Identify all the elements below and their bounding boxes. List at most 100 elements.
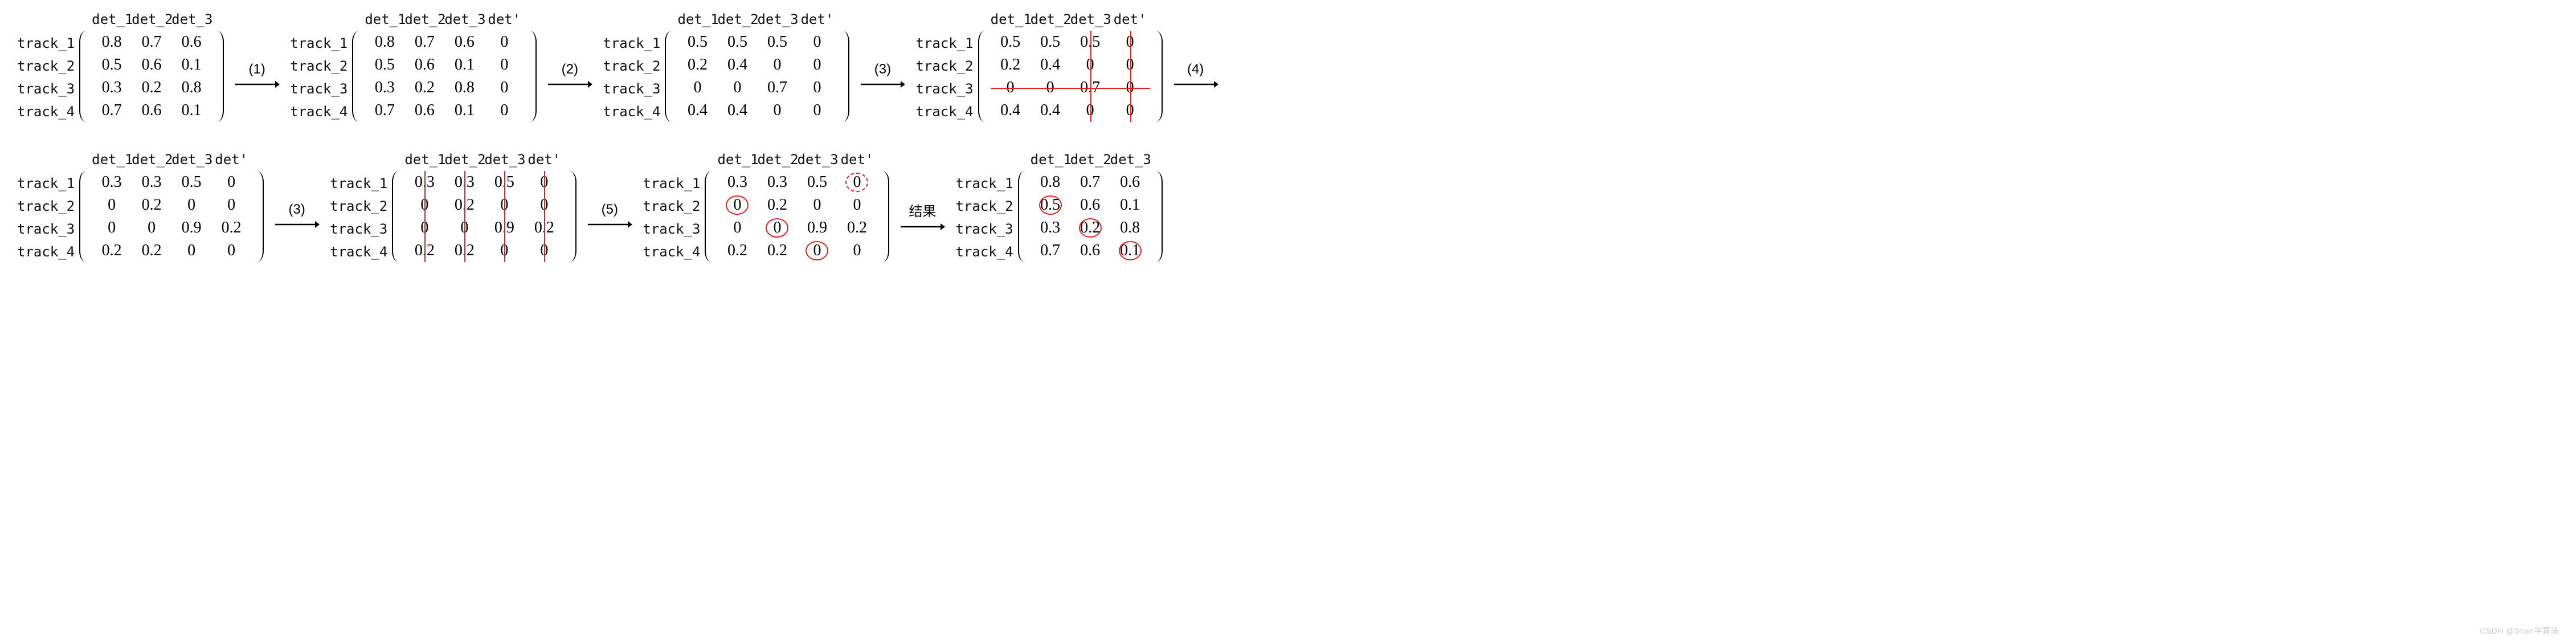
step-label: (3) — [288, 202, 305, 218]
matrix-cell: 0.3 — [717, 173, 757, 191]
col-label: det' — [837, 152, 877, 168]
matrix-cell: 0 — [211, 173, 251, 191]
matrix-cell: 0.5 — [365, 56, 404, 74]
matrix-cell: 0.6 — [404, 101, 444, 120]
matrix-cell: 0 — [1070, 56, 1110, 74]
matrix-cell: 0.5 — [92, 56, 132, 74]
col-label: det_3 — [171, 152, 211, 168]
matrix-cell: 0 — [444, 219, 484, 237]
matrix-cell: 0.8 — [365, 33, 404, 51]
matrix-cell: 0 — [717, 79, 757, 97]
matrix-cell: 0.8 — [92, 33, 132, 51]
paren-right — [523, 31, 537, 122]
col-label: det_2 — [1070, 152, 1110, 168]
matrix-cell: 0.2 — [1070, 219, 1110, 237]
step-label: (3) — [874, 62, 891, 77]
matrix-cell: 0 — [404, 196, 444, 214]
matrix-m1: track_1track_2track_3track_4det_1det_2de… — [17, 11, 224, 123]
matrix-cell: 0 — [404, 219, 444, 237]
matrix-m2: track_1track_2track_3track_4det_1det_2de… — [290, 11, 537, 123]
matrix-cell: 0.4 — [991, 101, 1031, 120]
matrix-cell: 0.3 — [92, 79, 132, 97]
matrix-cell: 0.4 — [717, 56, 757, 74]
matrix-cell: 0.6 — [1110, 173, 1150, 191]
row-label: track_3 — [290, 77, 347, 100]
matrix-cell: 0 — [1110, 101, 1150, 120]
paren-right — [210, 31, 224, 122]
col-labels: det_1det_2det_3 — [1018, 152, 1163, 168]
col-label: det_1 — [365, 11, 404, 27]
matrix-cell: 0.2 — [717, 242, 757, 260]
row-label: track_3 — [643, 218, 700, 240]
row-labels: track_1track_2track_3track_4 — [955, 172, 1013, 263]
row-labels: track_1track_2track_3track_4 — [603, 32, 660, 123]
paren-right — [250, 171, 264, 262]
matrix-cell: 0.2 — [404, 242, 444, 260]
row-label: track_2 — [17, 195, 75, 218]
matrix-cell: 0.6 — [171, 33, 211, 51]
paren-left — [392, 171, 406, 262]
matrix-cell: 0 — [837, 196, 877, 214]
matrix-cell: 0 — [1031, 79, 1070, 97]
row-label: track_2 — [330, 195, 387, 218]
matrix-cell: 0 — [1110, 79, 1150, 97]
matrix-m4: track_1track_2track_3track_4det_1det_2de… — [915, 11, 1162, 123]
col-label: det_1 — [92, 152, 132, 168]
row-label: track_4 — [330, 240, 387, 263]
matrix-cell: 0 — [717, 219, 757, 237]
paren-left — [705, 171, 718, 262]
row-label: track_2 — [915, 55, 973, 77]
matrix-cell: 0 — [797, 79, 837, 97]
matrix-body: 0.80.70.60.50.60.10.30.20.80.70.60.1 — [1018, 171, 1163, 262]
matrix-cell: 0.7 — [1070, 79, 1110, 97]
row-label: track_1 — [643, 172, 700, 195]
matrix-cell: 0.1 — [1110, 196, 1150, 214]
col-label: det_3 — [484, 152, 524, 168]
matrix-cell: 0.6 — [1070, 196, 1110, 214]
matrix-cell: 0 — [797, 56, 837, 74]
row-labels: track_1track_2track_3track_4 — [17, 32, 75, 123]
row-label: track_2 — [290, 55, 347, 77]
matrix-cell: 0.5 — [797, 173, 837, 191]
row-label: track_1 — [955, 172, 1013, 195]
matrix-cell: 0.4 — [717, 101, 757, 120]
col-label: det_1 — [717, 152, 757, 168]
step-arrow: (3) — [860, 62, 905, 90]
row-label: track_3 — [915, 77, 973, 100]
col-label: det_2 — [444, 152, 484, 168]
col-label: det_2 — [132, 11, 171, 27]
arrow-icon — [1173, 79, 1219, 90]
matrix-cell: 0.2 — [132, 196, 171, 214]
matrix-cell: 0.8 — [1031, 173, 1070, 191]
col-label: det_2 — [404, 11, 444, 27]
matrix-cell: 0 — [524, 196, 564, 214]
row-labels: track_1track_2track_3track_4 — [643, 172, 700, 263]
matrix-cell: 0 — [717, 196, 757, 214]
row-label: track_2 — [643, 195, 700, 218]
step-arrow: (2) — [547, 62, 592, 90]
paren-left — [79, 171, 93, 262]
row-label: track_2 — [603, 55, 660, 77]
matrix-cell: 0.5 — [1031, 196, 1070, 214]
step-arrow: 结果 — [899, 200, 945, 232]
matrix-cell: 0 — [211, 242, 251, 260]
matrix-cell: 0.3 — [365, 79, 404, 97]
step-arrow: (4) — [1173, 62, 1219, 90]
row-labels: track_1track_2track_3track_4 — [290, 32, 347, 123]
matrix-cell: 0.1 — [1110, 242, 1150, 260]
matrix-cell: 0 — [1070, 101, 1110, 120]
col-label: det_2 — [1031, 11, 1070, 27]
col-labels: det_1det_2det_3det' — [392, 152, 576, 168]
matrix-cell: 0 — [484, 242, 524, 260]
matrix-cell: 0 — [837, 173, 877, 191]
matrix-cell: 0.6 — [132, 101, 171, 120]
matrix-cell: 0.9 — [797, 219, 837, 237]
matrix-cell: 0.5 — [757, 33, 797, 51]
row-label: track_4 — [17, 240, 75, 263]
matrix-cell: 0 — [132, 219, 171, 237]
matrix-m3: track_1track_2track_3track_4det_1det_2de… — [603, 11, 849, 123]
matrix-cell: 0.2 — [524, 219, 564, 237]
row-label: track_4 — [290, 100, 347, 123]
col-label: det' — [211, 152, 251, 168]
matrix-cell: 0.4 — [1031, 56, 1070, 74]
